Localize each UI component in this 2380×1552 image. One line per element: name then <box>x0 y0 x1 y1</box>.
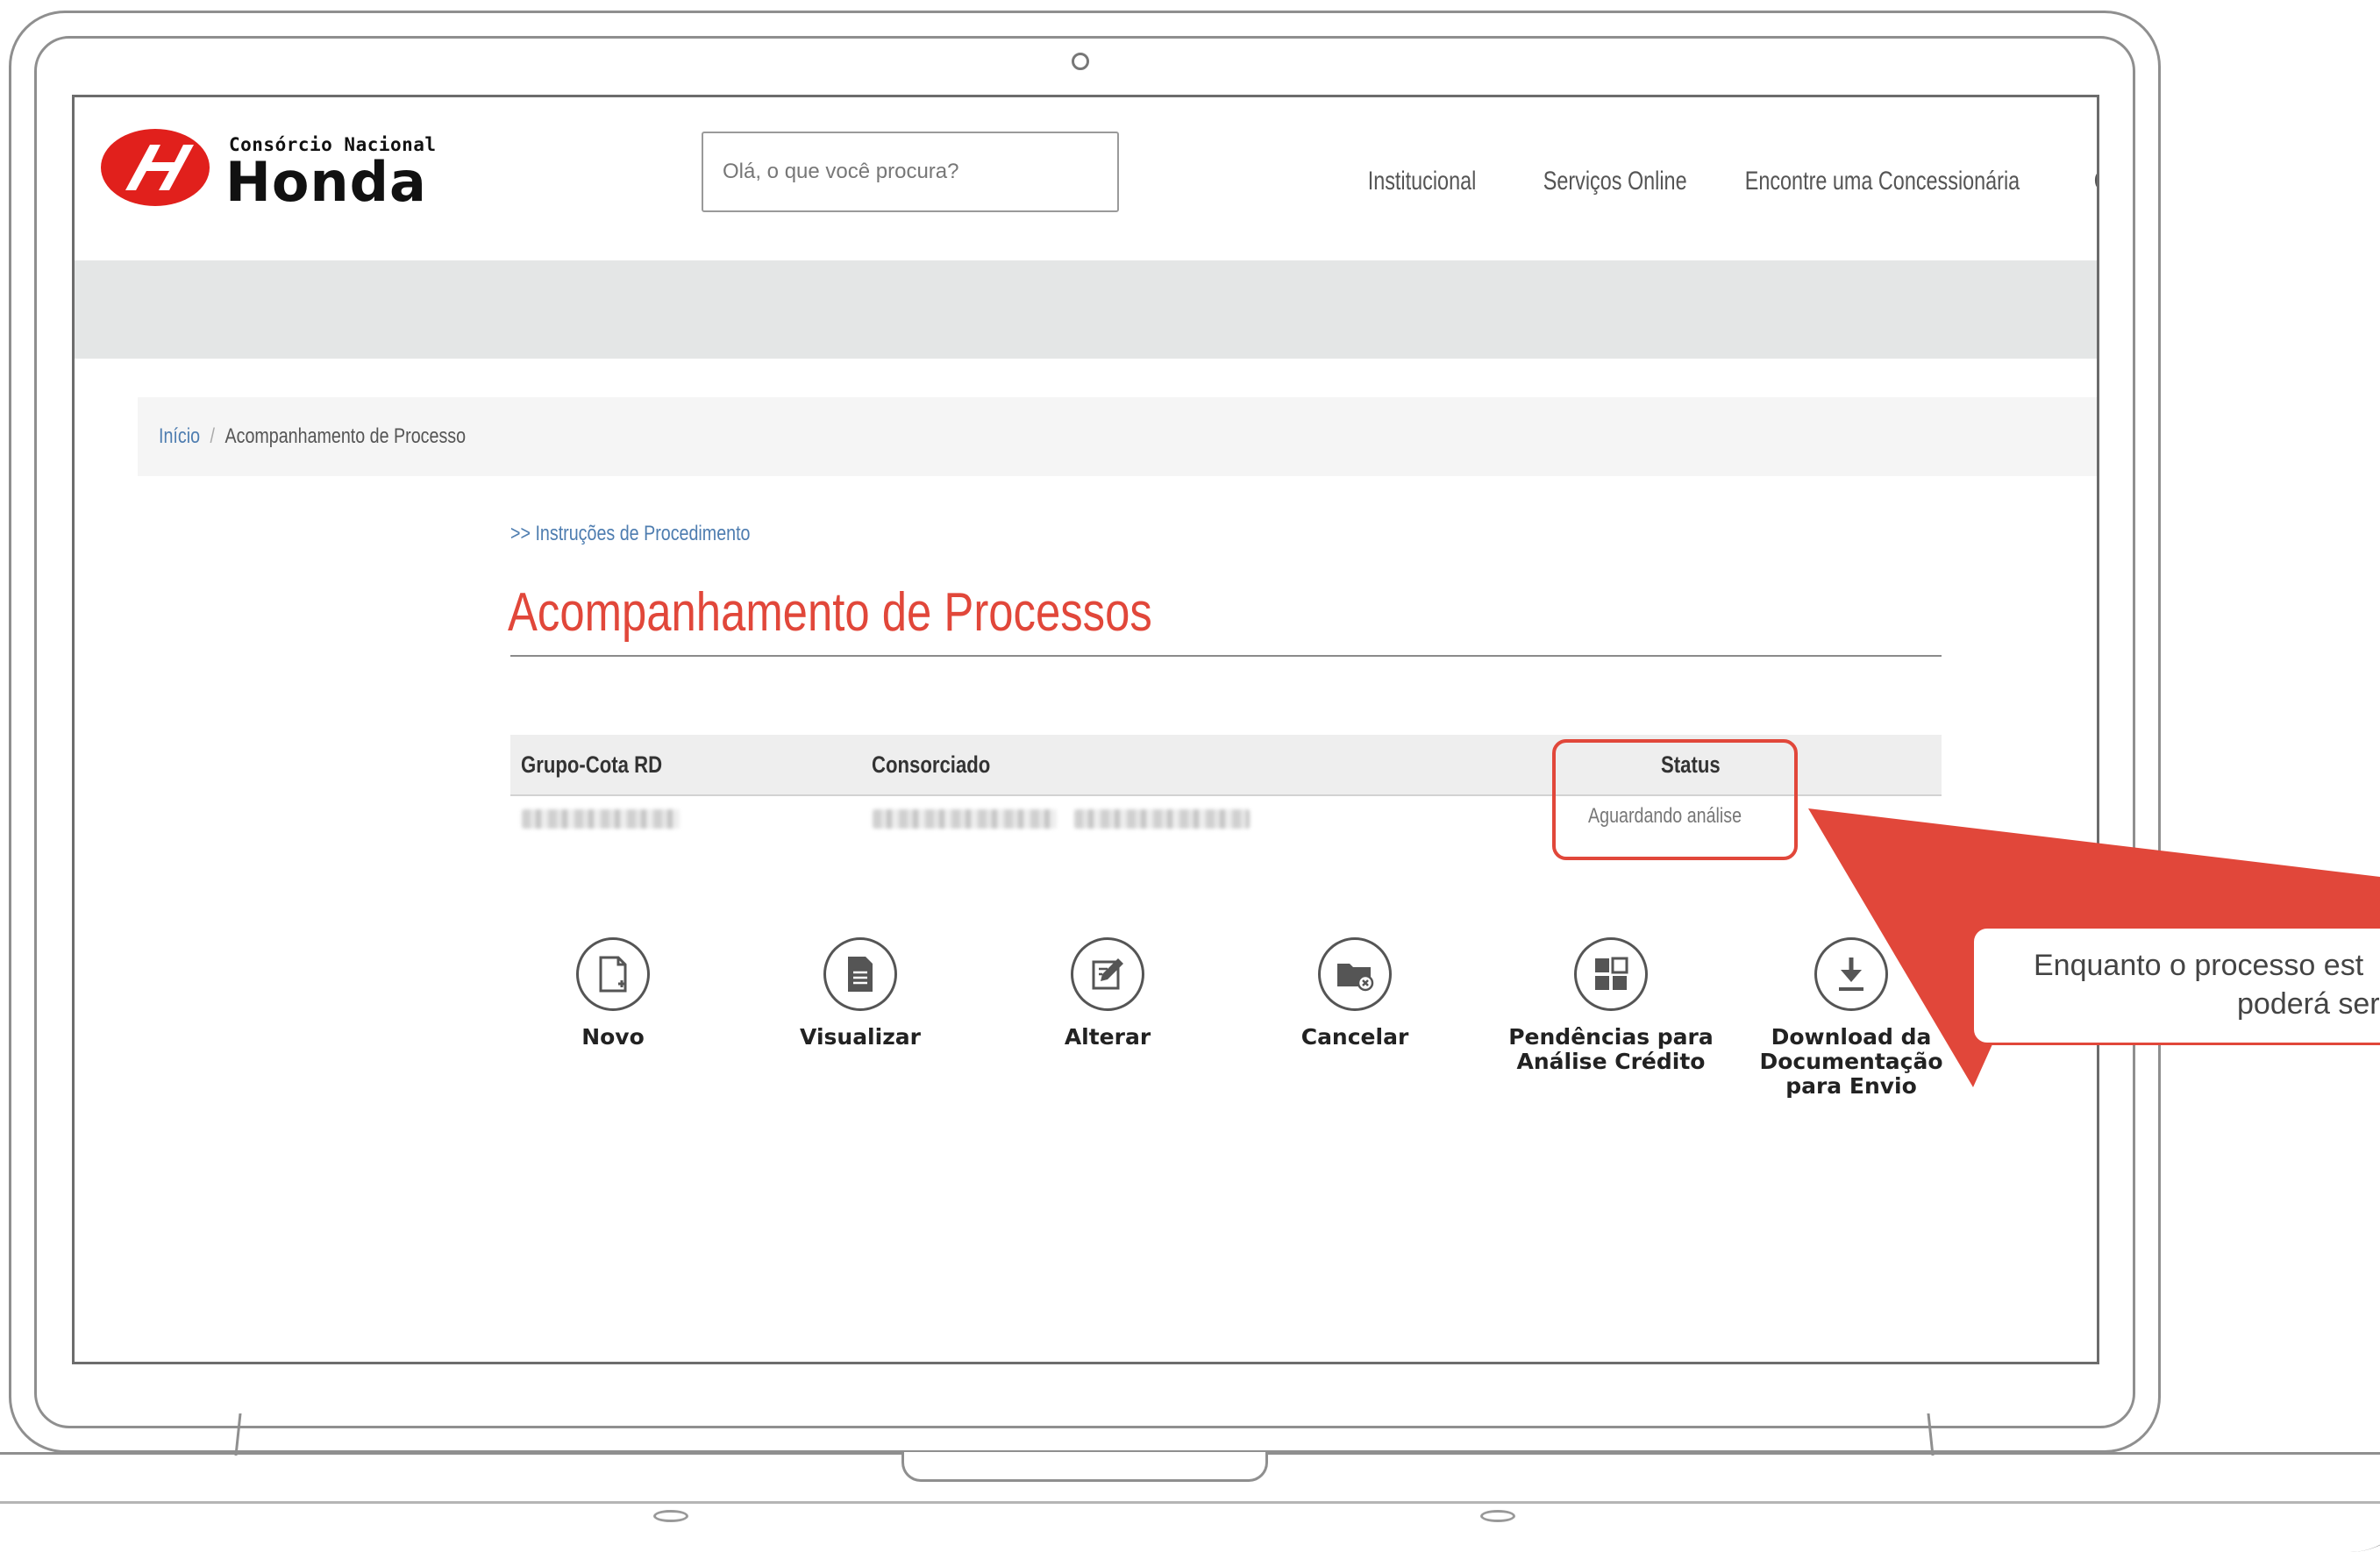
download-icon <box>1814 937 1888 1011</box>
site-header: Consórcio Nacional Honda Institucional S… <box>75 97 2097 260</box>
laptop-foot-left <box>653 1510 688 1522</box>
browser-screen: Consórcio Nacional Honda Institucional S… <box>72 95 2099 1364</box>
honda-logo[interactable]: Consórcio Nacional Honda <box>99 115 467 214</box>
view-document-icon <box>823 937 897 1011</box>
instructions-link[interactable]: >> Instruções de Procedimento <box>510 522 803 546</box>
title-divider <box>510 655 1942 657</box>
laptop-base-curve <box>2315 1456 2380 1552</box>
edit-icon <box>1071 937 1144 1011</box>
grid-pending-icon <box>1574 937 1648 1011</box>
column-header-consorciado: Consorciado <box>872 751 991 778</box>
column-header-grupo-cota: Grupo-Cota RD <box>521 751 663 778</box>
laptop-base-bottom <box>0 1501 2380 1504</box>
laptop-notch <box>901 1452 1268 1482</box>
status-highlight-box <box>1552 739 1798 860</box>
laptop-foot-right <box>1480 1510 1515 1522</box>
breadcrumb: Início / Acompanhamento de Processo <box>138 397 2097 476</box>
new-document-icon <box>576 937 650 1011</box>
redacted-consorciado-1 <box>873 809 1057 829</box>
search-input[interactable] <box>702 132 1119 212</box>
webcam-dot <box>1072 53 1089 70</box>
callout-text-line1: Enquanto o processo est <box>2034 949 2364 982</box>
pending-credit-button[interactable]: Pendências para Análise Crédito <box>1506 937 1716 1074</box>
new-button[interactable]: Novo <box>517 937 709 1050</box>
redacted-consorciado-2 <box>1074 809 1250 829</box>
nav-item-truncated[interactable]: C <box>2077 148 2097 215</box>
nav-item-concessionaria[interactable]: Encontre uma Concessionária <box>1728 148 2077 215</box>
page-title: Acompanhamento de Processos <box>508 582 1152 643</box>
callout-box: Enquanto o processo est poderá ser a <box>1971 926 2380 1045</box>
nav-item-institucional[interactable]: Institucional <box>1351 148 1527 215</box>
view-button[interactable]: Visualizar <box>764 937 957 1050</box>
logo-title: Honda <box>225 150 427 214</box>
nav-item-servicos-online[interactable]: Serviços Online <box>1527 148 1728 215</box>
breadcrumb-separator: / <box>210 424 215 448</box>
download-docs-button[interactable]: Download da Documentação para Envio <box>1746 937 1956 1099</box>
cancel-folder-icon <box>1318 937 1392 1011</box>
breadcrumb-current: Acompanhamento de Processo <box>224 424 467 448</box>
callout-text-line2: poderá ser a <box>2237 987 2380 1021</box>
edit-button[interactable]: Alterar <box>1011 937 1204 1050</box>
breadcrumb-home-link[interactable]: Início <box>159 424 200 448</box>
redacted-grupo-cota <box>522 809 680 829</box>
cancel-button[interactable]: Cancelar <box>1258 937 1451 1050</box>
honda-wing-logo-icon <box>101 129 210 206</box>
hero-band <box>75 260 2097 359</box>
top-nav: Institucional Serviços Online Encontre u… <box>1351 148 2097 215</box>
